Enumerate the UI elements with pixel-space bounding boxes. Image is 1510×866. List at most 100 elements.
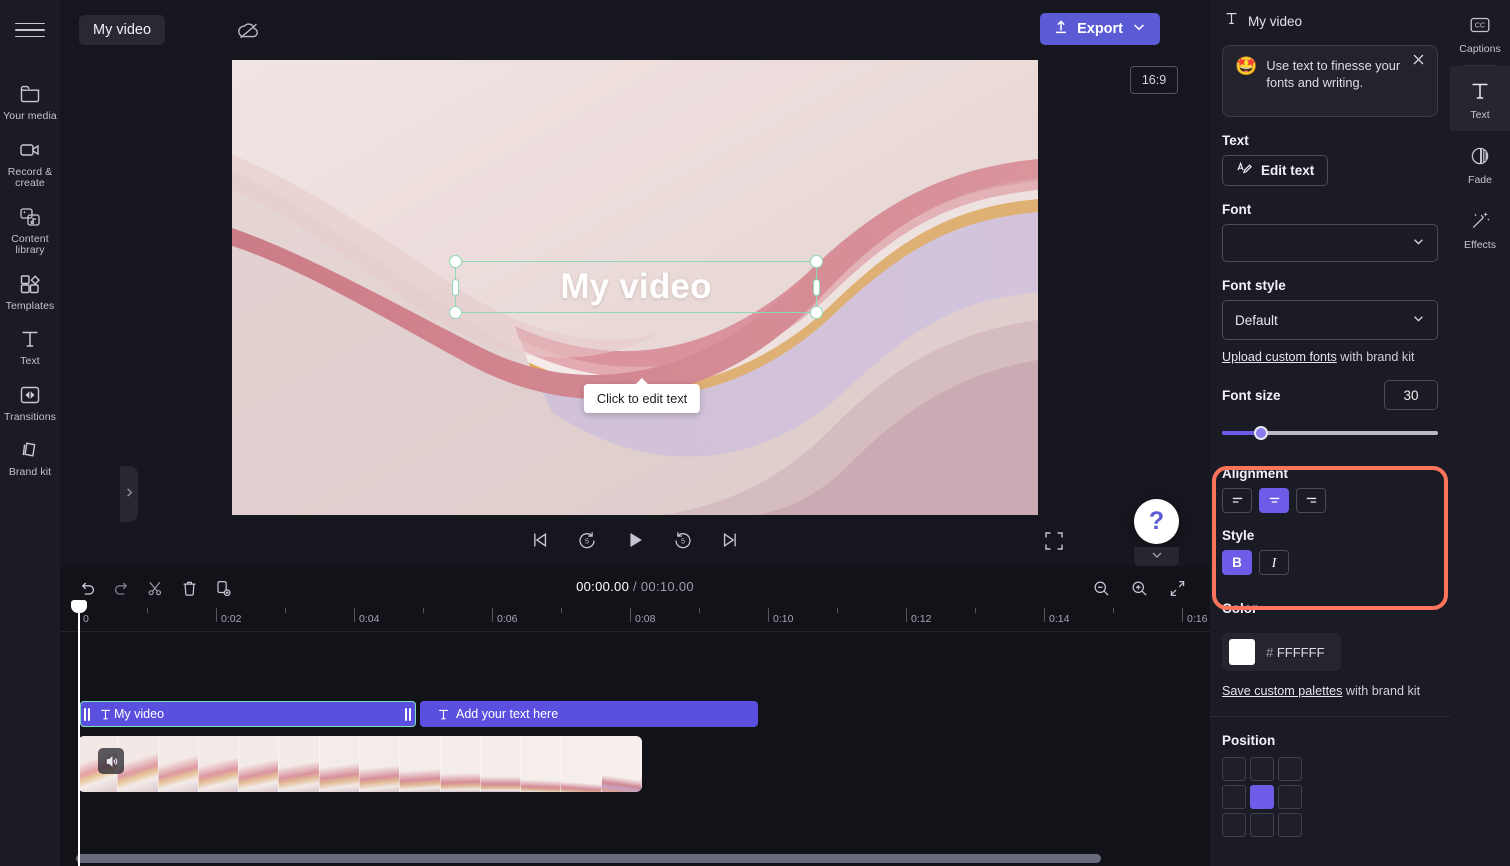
rewind-5-icon[interactable]: 5 <box>574 527 600 553</box>
star-struck-emoji-icon: 🤩 <box>1235 56 1258 76</box>
hamburger-icon[interactable] <box>15 18 45 42</box>
chevron-down-icon <box>1151 548 1163 566</box>
tab-label: Text <box>1470 109 1490 121</box>
fit-to-timeline-icon[interactable] <box>1164 575 1190 601</box>
position-cell-bottom-right[interactable] <box>1278 813 1302 837</box>
aspect-ratio-badge[interactable]: 16:9 <box>1130 66 1178 94</box>
position-cell-bottom-center[interactable] <box>1250 813 1274 837</box>
sidebar-item-label: Transitions <box>3 410 57 423</box>
video-canvas[interactable]: My video <box>232 60 1038 515</box>
position-cell-middle-center[interactable] <box>1250 785 1274 809</box>
text-selection-box[interactable]: My video <box>449 255 823 319</box>
tab-text[interactable]: Text <box>1450 66 1510 131</box>
save-custom-palettes-link[interactable]: Save custom palettes <box>1222 684 1342 698</box>
sidebar-item-brand-kit[interactable]: Brand kit <box>0 430 60 486</box>
alignment-options <box>1222 488 1438 513</box>
properties-panel-header: My video <box>1210 0 1450 42</box>
collapse-left-panel-button[interactable] <box>120 466 138 522</box>
font-select[interactable] <box>1222 224 1438 262</box>
cloud-off-icon[interactable] <box>236 18 262 42</box>
current-time: 00:00.00 <box>576 579 630 594</box>
color-swatch[interactable] <box>1229 639 1255 665</box>
resize-handle-top-right[interactable] <box>810 255 823 268</box>
help-collapse-button[interactable] <box>1134 547 1179 567</box>
bold-button[interactable]: B <box>1222 550 1252 575</box>
edit-text-icon <box>1236 161 1252 180</box>
position-cell-top-left[interactable] <box>1222 757 1246 781</box>
align-left-button[interactable] <box>1222 488 1252 513</box>
upload-custom-fonts-link[interactable]: Upload custom fonts <box>1222 350 1337 364</box>
sidebar-item-content-library[interactable]: Content library <box>0 197 60 264</box>
text-t-icon <box>17 326 43 352</box>
ruler-label: 0:16 <box>1187 613 1208 625</box>
resize-handle-bottom-right[interactable] <box>810 306 823 319</box>
forward-5-icon[interactable]: 5 <box>670 527 696 553</box>
trash-icon[interactable] <box>176 575 202 601</box>
zoom-in-icon[interactable] <box>1126 575 1152 601</box>
sidebar-item-transitions[interactable]: Transitions <box>0 375 60 431</box>
play-icon[interactable] <box>622 527 648 553</box>
timeline-ruler[interactable]: 0 0:02 0:04 0:06 0:08 0:10 0:12 0:14 0:1… <box>60 608 1210 632</box>
video-camera-icon <box>17 137 43 163</box>
timeline-clip-text-2[interactable]: Add your text here <box>420 701 758 727</box>
sidebar-item-record-create[interactable]: Record & create <box>0 130 60 197</box>
project-name-field[interactable]: My video <box>79 15 166 45</box>
align-center-button[interactable] <box>1259 488 1289 513</box>
clip-trim-handle-left[interactable] <box>82 704 92 724</box>
export-button[interactable]: Export <box>1040 13 1160 45</box>
scissors-icon[interactable] <box>142 575 168 601</box>
tab-fade[interactable]: Fade <box>1450 131 1510 196</box>
save-palettes-suffix: with brand kit <box>1342 684 1421 698</box>
resize-handle-middle-left[interactable] <box>452 279 459 296</box>
folder-icon <box>17 81 43 107</box>
align-right-button[interactable] <box>1296 488 1326 513</box>
timeline-clip-text-1[interactable]: My video <box>80 701 416 727</box>
hex-symbol: # <box>1266 644 1274 660</box>
help-button[interactable]: ? <box>1134 499 1179 544</box>
resize-handle-bottom-left[interactable] <box>449 306 462 319</box>
position-cell-bottom-left[interactable] <box>1222 813 1246 837</box>
sidebar-item-templates[interactable]: Templates <box>0 264 60 320</box>
position-cell-middle-left[interactable] <box>1222 785 1246 809</box>
fullscreen-icon[interactable] <box>1043 530 1065 552</box>
font-size-slider-knob[interactable] <box>1254 426 1269 440</box>
resize-handle-top-left[interactable] <box>449 255 462 268</box>
zoom-out-icon[interactable] <box>1088 575 1114 601</box>
clip-trim-handle-right[interactable] <box>403 704 413 724</box>
italic-button[interactable]: I <box>1259 550 1289 575</box>
upload-fonts-row: Upload custom fonts with brand kit <box>1222 350 1438 364</box>
chevron-down-icon <box>1412 312 1425 328</box>
chevron-down-icon <box>1412 235 1425 251</box>
content-library-icon <box>17 204 43 230</box>
redo-icon[interactable] <box>108 575 134 601</box>
undo-icon[interactable] <box>74 575 100 601</box>
font-label: Font <box>1222 202 1252 217</box>
edit-text-button[interactable]: Edit text <box>1222 155 1329 186</box>
resize-handle-middle-right[interactable] <box>813 279 820 296</box>
sidebar-item-your-media[interactable]: Your media <box>0 74 60 130</box>
close-icon[interactable] <box>1412 53 1430 71</box>
edit-text-label: Edit text <box>1261 163 1315 178</box>
color-picker[interactable]: # FFFFFF <box>1222 633 1341 671</box>
sidebar-item-label: Brand kit <box>8 466 52 478</box>
timeline-scrollbar-thumb[interactable] <box>76 854 1101 863</box>
transitions-icon <box>17 382 43 408</box>
font-size-input[interactable]: 30 <box>1384 380 1438 410</box>
sidebar-item-text[interactable]: Text <box>0 319 60 375</box>
timeline-video-clip[interactable] <box>78 736 642 792</box>
skip-start-icon[interactable] <box>526 527 552 553</box>
font-style-select[interactable]: Default <box>1222 300 1438 340</box>
position-cell-top-right[interactable] <box>1278 757 1302 781</box>
save-palettes-row: Save custom palettes with brand kit <box>1222 684 1438 698</box>
tab-captions[interactable]: CC Captions <box>1450 0 1510 65</box>
timeline-scrollbar[interactable] <box>68 854 1200 863</box>
skip-end-icon[interactable] <box>718 527 744 553</box>
position-cell-middle-right[interactable] <box>1278 785 1302 809</box>
duplicate-icon[interactable] <box>210 575 236 601</box>
tab-effects[interactable]: Effects <box>1450 196 1510 261</box>
speaker-icon[interactable] <box>98 748 124 774</box>
position-cell-top-center[interactable] <box>1250 757 1274 781</box>
timeline-playhead[interactable] <box>71 600 87 866</box>
font-size-slider[interactable] <box>1222 426 1438 440</box>
brand-kit-icon <box>17 437 43 463</box>
